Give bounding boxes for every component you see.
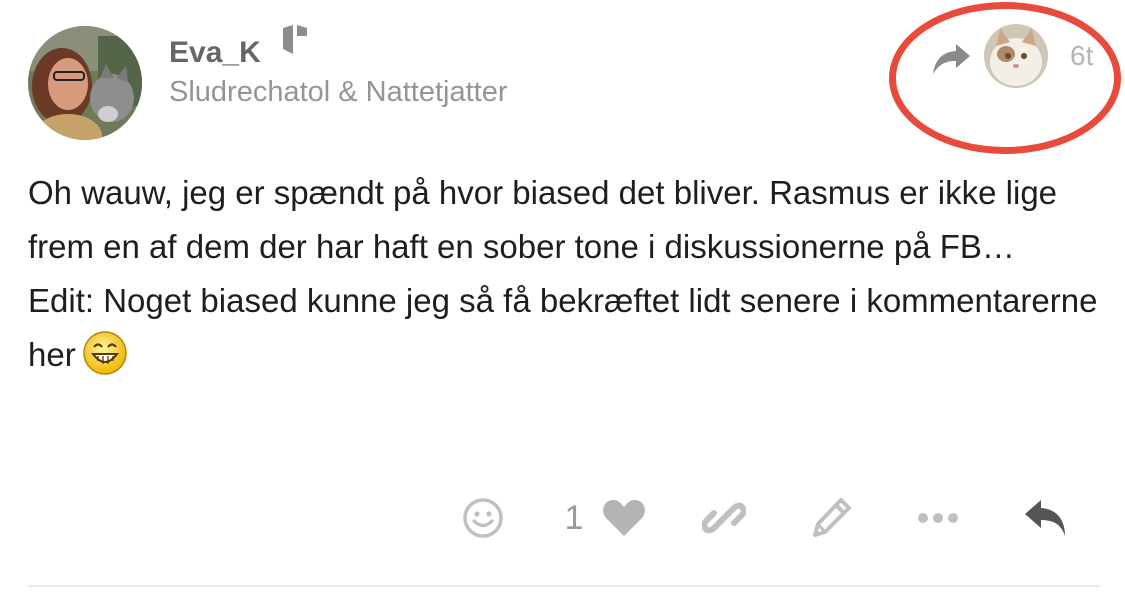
user-avatar-photo [28,26,142,140]
more-icon [918,513,958,523]
author-title: Sludrechatol & Nattetjatter [169,76,508,108]
post-paragraph-edit: Edit: Noget biased kunne jeg så få bekræ… [28,274,1108,392]
cat-avatar-photo [984,24,1048,88]
post-edit-text: Edit: Noget biased kunne jeg så få bekræ… [28,282,1098,373]
heart-icon [601,498,647,538]
smiley-icon [463,498,503,538]
author-username[interactable]: Eva_K [169,33,261,73]
share-forward-icon [930,42,972,81]
reply-icon [1025,500,1065,536]
add-reaction-button[interactable] [460,492,506,544]
shield-badge-icon [279,24,311,61]
reply-to-avatar[interactable] [984,24,1048,88]
like-count: 1 [564,499,584,537]
edit-button[interactable] [806,492,856,544]
reply-to-indicator[interactable]: 6t [930,24,1110,90]
post-body: Oh wauw, jeg er spændt på hvor biased de… [28,166,1108,392]
author-avatar[interactable] [28,26,142,140]
post-date[interactable]: 6t [1070,38,1093,74]
more-options-button[interactable] [914,492,962,544]
copy-link-button[interactable] [700,492,748,544]
reply-button[interactable] [1020,492,1072,544]
link-icon [702,502,746,534]
grinning-emoji [82,330,128,392]
post-actions: 1 [0,492,1125,544]
post-paragraph: Oh wauw, jeg er spændt på hvor biased de… [28,174,1058,265]
post-divider [28,585,1100,587]
pencil-icon [813,498,851,537]
like-button[interactable]: 1 [556,492,656,544]
